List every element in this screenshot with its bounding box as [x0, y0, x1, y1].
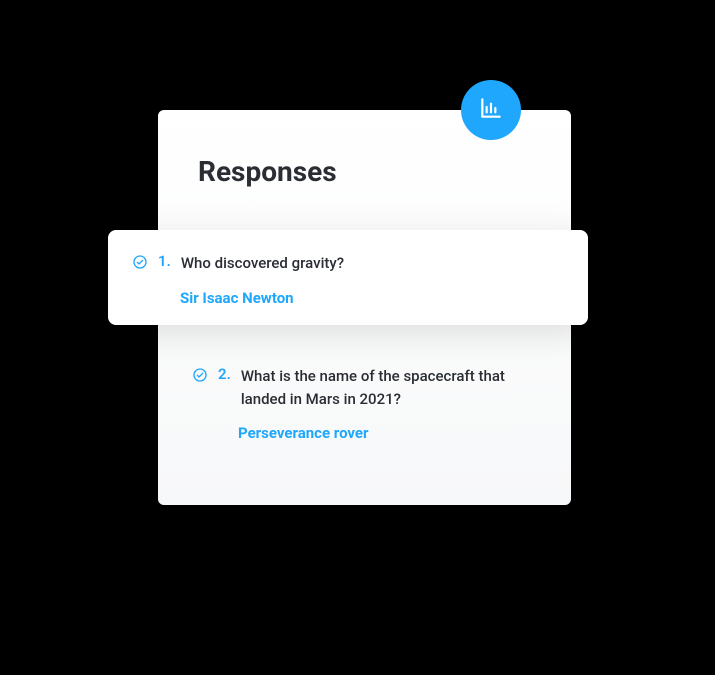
responses-card: Responses 1. Who discovered gravity? Sir…	[158, 110, 571, 505]
question-row: 1. Who discovered gravity?	[132, 252, 564, 275]
question-text: What is the name of the spacecraft that …	[241, 365, 547, 410]
question-number: 1.	[158, 252, 171, 270]
page-title: Responses	[198, 155, 337, 188]
question-number: 2.	[218, 365, 231, 383]
analytics-button[interactable]	[461, 80, 521, 140]
check-circle-icon	[192, 367, 208, 383]
bar-chart-icon	[478, 95, 504, 125]
response-item[interactable]: 1. Who discovered gravity? Sir Isaac New…	[108, 230, 588, 325]
question-text: Who discovered gravity?	[181, 252, 344, 275]
check-circle-icon	[132, 254, 148, 270]
question-row: 2. What is the name of the spacecraft th…	[192, 365, 547, 410]
answer-text: Sir Isaac Newton	[180, 289, 564, 307]
answer-text: Perseverance rover	[238, 424, 547, 442]
response-item[interactable]: 2. What is the name of the spacecraft th…	[158, 365, 571, 442]
